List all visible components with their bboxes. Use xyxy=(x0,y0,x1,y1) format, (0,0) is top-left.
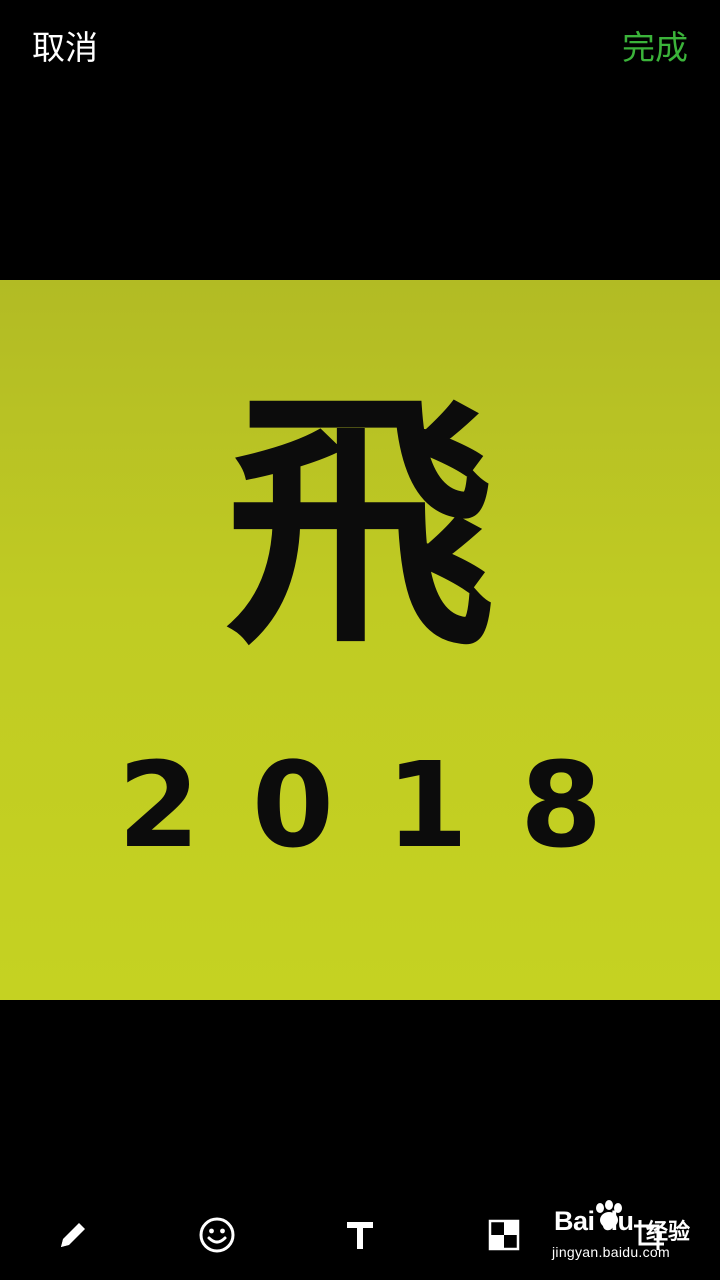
mosaic-icon[interactable] xyxy=(481,1212,527,1258)
edited-image[interactable]: 飛 2018 xyxy=(0,280,720,1000)
watermark-word: 经验 xyxy=(646,1220,691,1245)
text-icon[interactable] xyxy=(337,1212,383,1258)
paw-icon xyxy=(592,1200,626,1234)
top-bar: 取消 完成 xyxy=(0,0,720,100)
image-character: 飛 xyxy=(225,367,495,682)
pencil-icon[interactable] xyxy=(50,1212,96,1258)
watermark-url: jingyan.baidu.com xyxy=(552,1244,670,1260)
cancel-button[interactable]: 取消 xyxy=(32,26,98,70)
baidu-jingyan-watermark: Bai du 经验 jingyan.baidu.com xyxy=(552,1200,702,1270)
emoji-icon[interactable] xyxy=(194,1212,240,1258)
image-year: 2018 xyxy=(117,736,655,874)
done-button[interactable]: 完成 xyxy=(622,26,688,70)
